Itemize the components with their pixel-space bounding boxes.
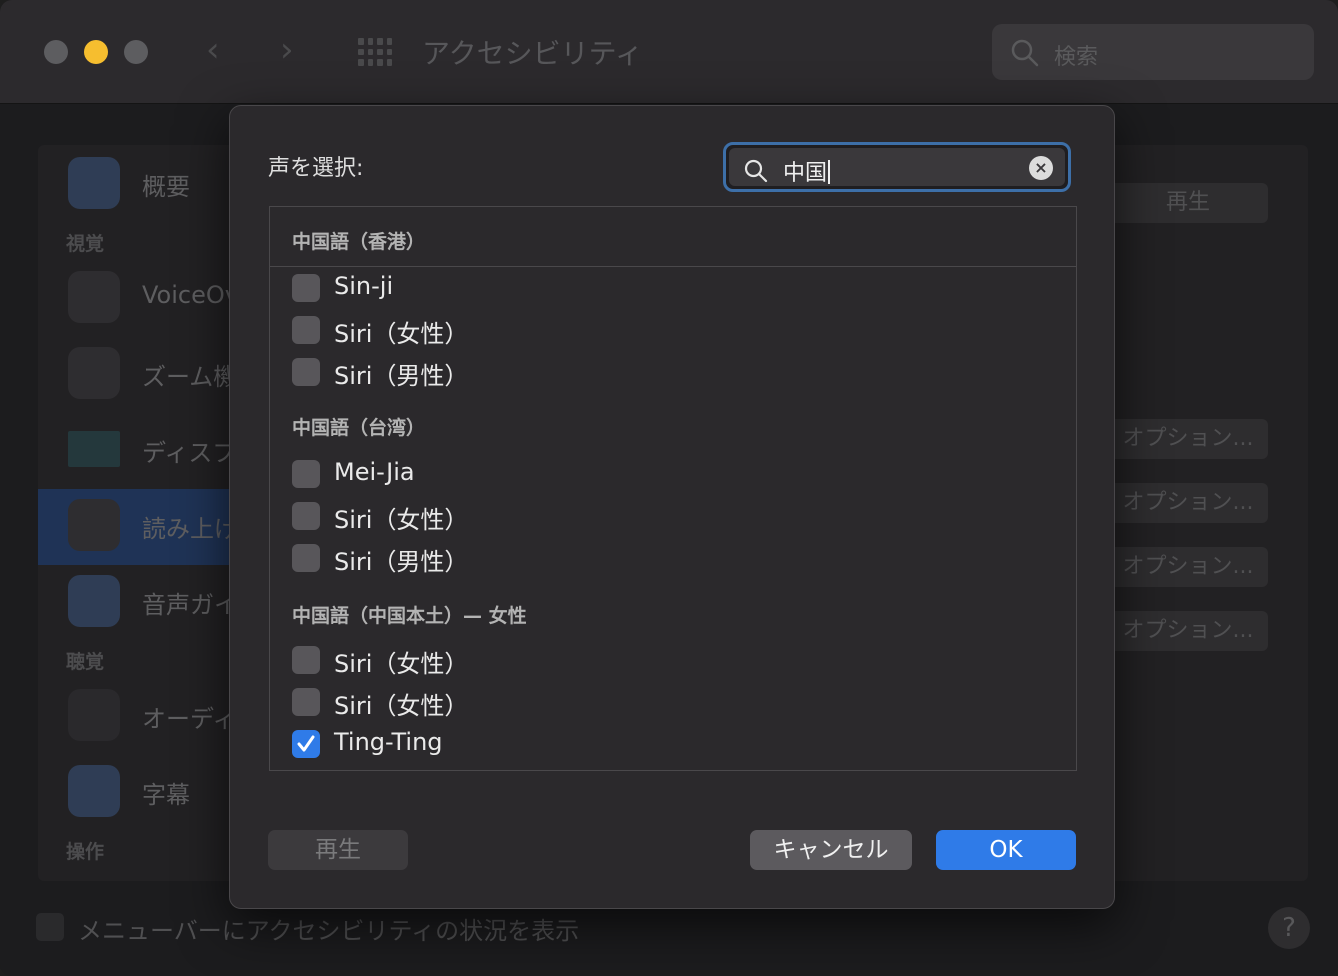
zoom-window-button[interactable] — [124, 40, 148, 64]
voice-name: Mei-Jia — [334, 458, 415, 486]
voice-row[interactable]: Mei-Jia — [292, 457, 992, 489]
voice-row[interactable]: Siri（女性） — [292, 499, 992, 534]
sidebar-section-motor: 操作 — [66, 841, 105, 863]
sidebar-item-descriptions[interactable]: 音声ガイド — [68, 575, 262, 631]
voice-search-field[interactable]: 中国 × — [723, 142, 1071, 192]
sidebar-item-audio[interactable]: オーディオ — [68, 689, 260, 745]
sidebar-item-display[interactable]: ディスプレイ — [68, 423, 284, 479]
dialog-title: 声を選択: — [268, 156, 364, 181]
voiceover-icon — [68, 271, 120, 323]
background-options-button[interactable]: オプション... — [1108, 547, 1268, 587]
voice-checkbox[interactable] — [292, 646, 320, 674]
back-arrow-icon[interactable]: ‹ — [206, 30, 220, 70]
sidebar-item-captions[interactable]: 字幕 — [68, 765, 248, 821]
ok-button[interactable]: OK — [936, 830, 1076, 870]
list-header: 中国語（香港） — [270, 207, 1076, 267]
voice-row[interactable]: Siri（女性） — [292, 685, 992, 720]
quote-bubble-icon — [68, 575, 120, 627]
speaker-icon — [68, 689, 120, 741]
voice-name: Siri（女性） — [334, 506, 469, 534]
window-search-field[interactable]: 検索 — [992, 24, 1314, 80]
voice-name: Siri（男性） — [334, 362, 469, 390]
background-options-button[interactable]: オプション... — [1108, 419, 1268, 459]
window-title: アクセシビリティ — [422, 37, 643, 70]
display-icon — [68, 431, 120, 467]
voice-checkbox[interactable] — [292, 358, 320, 386]
play-button[interactable]: 再生 — [268, 830, 408, 870]
sidebar-section-vision: 視覚 — [66, 233, 105, 255]
voice-name: Sin-ji — [334, 272, 394, 300]
search-icon — [1011, 39, 1039, 67]
voice-select-dialog: 声を選択: 中国 × 中国語（香港） Sin-ji Siri（女性） Siri（… — [229, 105, 1115, 909]
voice-checkbox[interactable] — [292, 544, 320, 572]
captions-icon — [68, 765, 120, 817]
speech-bubble-icon — [68, 499, 120, 551]
menubar-status-checkbox[interactable] — [36, 913, 64, 941]
group-label-taiwan: 中国語（台湾） — [292, 417, 426, 439]
group-label-hong-kong: 中国語（香港） — [292, 231, 426, 253]
voice-checkbox[interactable] — [292, 688, 320, 716]
title-bar: ‹ › アクセシビリティ 検索 — [0, 0, 1338, 104]
sidebar-item-label: 概要 — [142, 173, 190, 201]
voice-list: 中国語（香港） Sin-ji Siri（女性） Siri（男性） 中国語（台湾）… — [269, 206, 1077, 771]
voice-row[interactable]: Siri（男性） — [292, 541, 992, 576]
voice-name: Siri（男性） — [334, 548, 469, 576]
voice-checkbox-checked[interactable] — [292, 730, 320, 758]
close-window-button[interactable] — [44, 40, 68, 64]
voice-name: Siri（女性） — [334, 320, 469, 348]
search-placeholder: 検索 — [1054, 45, 1099, 70]
clear-search-icon[interactable]: × — [1029, 156, 1053, 180]
voice-name: Ting-Ting — [334, 728, 443, 756]
voice-row[interactable]: Siri（女性） — [292, 643, 992, 678]
zoom-icon — [68, 347, 120, 399]
voice-row[interactable]: Sin-ji — [292, 271, 992, 303]
forward-arrow-icon[interactable]: › — [280, 30, 294, 70]
sidebar-item-spoken-content[interactable]: 読み上げコンテンツ — [68, 499, 358, 555]
voice-row[interactable]: Siri（女性） — [292, 313, 992, 348]
voice-row[interactable]: Siri（男性） — [292, 355, 992, 390]
menubar-status-label: メニューバーにアクセシビリティの状況を表示 — [78, 917, 580, 945]
sidebar-item-voiceover[interactable]: VoiceOver — [68, 271, 264, 327]
voice-row-selected[interactable]: Ting-Ting — [292, 727, 992, 759]
background-options-button[interactable]: オプション... — [1108, 611, 1268, 651]
voice-name: Siri（女性） — [334, 692, 469, 720]
accessibility-icon — [68, 157, 120, 209]
show-all-grid-icon[interactable] — [358, 38, 392, 66]
help-button[interactable]: ? — [1268, 907, 1310, 949]
group-label-mainland: 中国語（中国本土）— 女性 — [292, 605, 527, 627]
cancel-button[interactable]: キャンセル — [750, 830, 912, 870]
search-query-text: 中国 — [783, 155, 831, 187]
voice-checkbox[interactable] — [292, 460, 320, 488]
background-options-button[interactable]: オプション... — [1108, 483, 1268, 523]
checkmark-icon — [297, 735, 315, 752]
sidebar-item-general[interactable]: 概要 — [68, 157, 248, 213]
sidebar-item-zoom[interactable]: ズーム機能 — [68, 347, 261, 403]
voice-checkbox[interactable] — [292, 274, 320, 302]
voice-checkbox[interactable] — [292, 502, 320, 530]
search-icon — [744, 159, 768, 183]
voice-checkbox[interactable] — [292, 316, 320, 344]
voice-name: Siri（女性） — [334, 650, 469, 678]
sidebar-section-hearing: 聴覚 — [66, 651, 105, 673]
background-play-button[interactable]: 再生 — [1108, 183, 1268, 223]
sidebar-item-label: 字幕 — [142, 781, 190, 809]
minimize-window-button[interactable] — [84, 40, 108, 64]
